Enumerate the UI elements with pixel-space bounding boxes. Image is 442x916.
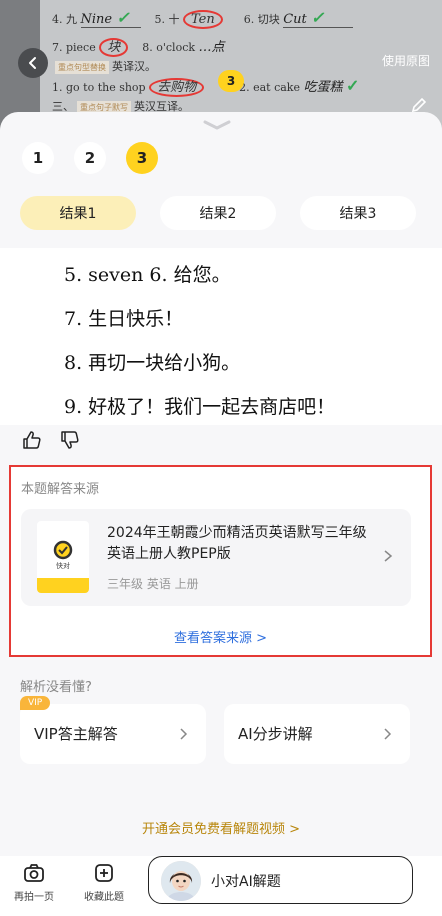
book-meta: 三年级 英语 上册 (107, 577, 199, 591)
answer-line: 9. 好极了！我们一起去商店吧！ (64, 396, 336, 418)
vip-answer-button[interactable]: VIP VIP答主解答 (20, 696, 206, 764)
chevron-left-icon (29, 57, 36, 69)
book-title: 2024年王朝霞少而精活页英语默写三年级英语上册人教PEP版 (107, 525, 367, 562)
cover-band (37, 578, 89, 593)
question-tab-1[interactable]: 1 (22, 142, 54, 174)
not-understood-label: 解析没看懂? (20, 680, 92, 695)
favorite-button[interactable]: 收藏此题 (78, 862, 130, 903)
ai-avatar (161, 861, 201, 901)
favorite-label: 收藏此题 (84, 892, 124, 903)
result-tabs: 结果1 结果2 结果3 (20, 196, 416, 230)
vip-tag: VIP (20, 696, 51, 710)
source-title: 本题解答来源 (21, 482, 100, 497)
collapse-handle-icon[interactable] (203, 120, 231, 130)
thumbs-up-icon[interactable] (22, 430, 42, 450)
camera-icon (24, 864, 44, 882)
chevron-right-icon (384, 728, 392, 740)
chevron-right-icon (180, 728, 188, 740)
ai-step-explain-button[interactable]: AI分步讲解 (224, 704, 410, 764)
thumbs-down-icon[interactable] (60, 430, 80, 450)
photo-line-1: 4. 九 Nine ✓ 5. 十 Ten 6. 切块 Cut ✓ (52, 8, 354, 29)
use-original-button[interactable]: 使用原图 (382, 52, 430, 69)
back-button[interactable] (18, 48, 48, 78)
ai-solve-button[interactable]: 小对AI解题 (148, 856, 413, 904)
question-number-tabs: 1 2 3 (22, 142, 158, 174)
result-tab-3[interactable]: 结果3 (300, 196, 416, 230)
answer-content: 5. seven 6. 给您。 7. 生日快乐！ 8. 再切一块给小狗。 9. … (0, 248, 442, 425)
photo-line-4: 1. go to the shop 去购物 2. eat cake 吃蛋糕 ✓ (52, 76, 360, 97)
ai-solve-label: 小对AI解题 (211, 874, 281, 890)
ai-step-explain-label: AI分步讲解 (238, 725, 313, 743)
question-tab-3[interactable]: 3 (126, 142, 158, 174)
vip-answer-label: VIP答主解答 (34, 725, 118, 743)
answer-line: 8. 再切一块给小狗。 (64, 352, 241, 374)
question-tab-2[interactable]: 2 (74, 142, 106, 174)
answer-line: 7. 生日快乐！ (64, 308, 184, 330)
member-video-link[interactable]: 开通会员免费看解题视频 > (0, 818, 442, 837)
answer-line: 5. seven 6. 给您。 (64, 264, 231, 286)
kuaidui-logo-icon (53, 540, 73, 560)
question-photo: 4. 九 Nine ✓ 5. 十 Ten 6. 切块 Cut ✓ 7. piec… (0, 0, 442, 130)
answer-source-panel: 本题解答来源 快对 2024年王朝霞少而精活页英语默写三年级英语上册人教PEP版… (9, 465, 432, 657)
chevron-right-icon (384, 550, 393, 562)
retake-button[interactable]: 再拍一页 (8, 862, 60, 903)
add-square-icon (95, 864, 113, 882)
question-pin-badge[interactable]: 3 (218, 70, 244, 92)
answer-sheet: 1 2 3 结果1 结果2 结果3 5. seven 6. 给您。 7. 生日快… (0, 112, 442, 916)
view-source-link[interactable]: 查看答案来源 > (11, 627, 430, 646)
retake-label: 再拍一页 (14, 892, 54, 903)
logo-text: 快对 (56, 562, 70, 570)
book-cover: 快对 (37, 521, 89, 593)
photo-line-2: 7. piece 块 8. o'clock …点 (52, 38, 225, 57)
avatar-icon (161, 861, 201, 901)
feedback-buttons (22, 430, 80, 450)
photo-line-3: 重点句型替换 英译汉。 (52, 58, 156, 74)
bottom-bar: 再拍一页 收藏此题 小对AI解题 (0, 856, 442, 916)
result-tab-2[interactable]: 结果2 (160, 196, 276, 230)
result-tab-1[interactable]: 结果1 (20, 196, 136, 230)
source-book-card[interactable]: 快对 2024年王朝霞少而精活页英语默写三年级英语上册人教PEP版 三年级 英语… (21, 509, 411, 606)
